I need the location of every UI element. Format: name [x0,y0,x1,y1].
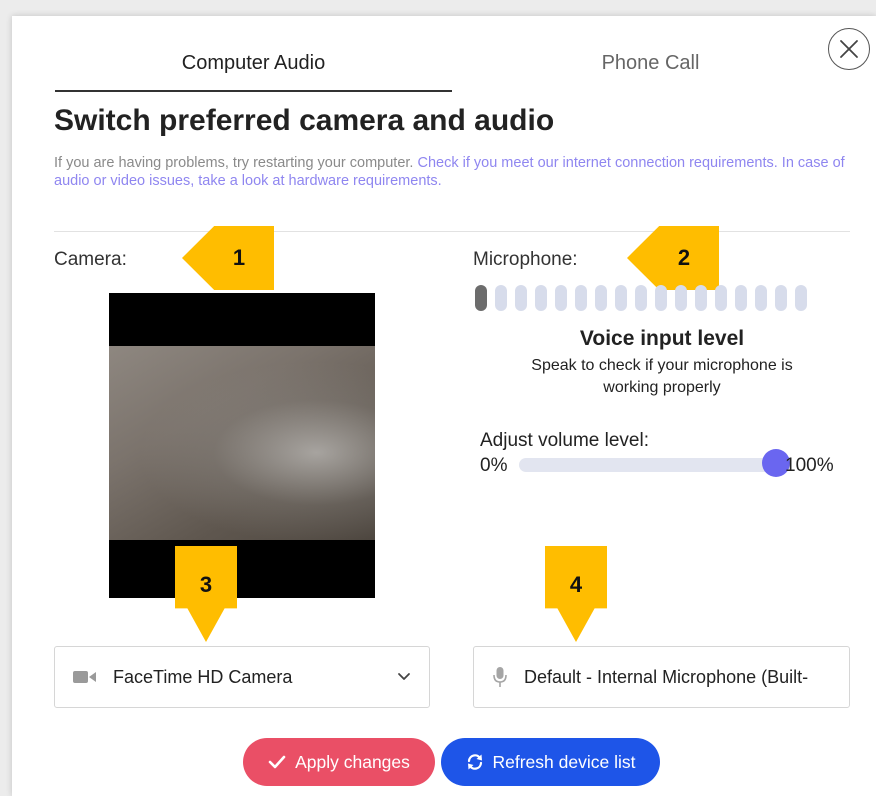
volume-max-label: 100% [785,455,834,476]
camera-feed-image [109,346,375,540]
section-divider [54,231,850,232]
camera-preview [109,293,375,598]
help-text-plain: If you are having problems, try restarti… [54,155,418,171]
refresh-device-list-label: Refresh device list [492,751,636,772]
apply-changes-label: Apply changes [295,751,410,772]
meter-bar [695,285,707,311]
meter-bar [535,285,547,311]
meter-bar [495,285,507,311]
chevron-down-icon [397,669,411,688]
meter-bar [775,285,787,311]
check-icon [268,755,286,769]
meter-bar [635,285,647,311]
video-camera-icon [73,669,97,685]
meter-bar [655,285,667,311]
meter-bar [475,285,487,311]
help-text: If you are having problems, try restarti… [54,154,854,190]
microphone-select-value: Default - Internal Microphone (Built- [524,666,809,687]
voice-subtitle-line2: working properly [603,379,721,396]
tab-phone-call[interactable]: Phone Call [452,52,849,75]
internet-requirements-link[interactable]: Check if you meet our internet connectio… [417,155,777,171]
camera-select-value: FaceTime HD Camera [113,666,293,687]
dialog-title: Switch preferred camera and audio [54,104,555,137]
microphone-label: Microphone: [473,249,578,270]
volume-min-label: 0% [480,455,508,476]
adjust-volume-label: Adjust volume level: [480,430,649,451]
meter-bar [615,285,627,311]
meter-bar [575,285,587,311]
tab-computer-audio[interactable]: Computer Audio [55,52,452,75]
voice-subtitle-line1: Speak to check if your microphone is [531,357,793,374]
apply-changes-button[interactable]: Apply changes [243,738,435,786]
meter-bar [755,285,767,311]
volume-slider-track[interactable] [519,458,776,472]
meter-bar [595,285,607,311]
voice-input-level-subtitle: Speak to check if your microphone is wor… [470,355,854,399]
meter-bar [555,285,567,311]
active-tab-indicator [55,90,452,92]
microphone-select[interactable]: Default - Internal Microphone (Built- [473,646,850,708]
microphone-icon [492,666,508,688]
voice-input-level-title: Voice input level [579,327,745,350]
meter-bar [515,285,527,311]
camera-label: Camera: [54,249,127,270]
refresh-icon [466,753,484,771]
meter-bar [735,285,747,311]
refresh-device-list-button[interactable]: Refresh device list [441,738,660,786]
meter-bar [715,285,727,311]
voice-level-meter [475,285,847,311]
meter-bar [795,285,807,311]
meter-bar [675,285,687,311]
camera-select[interactable]: FaceTime HD Camera [54,646,430,708]
